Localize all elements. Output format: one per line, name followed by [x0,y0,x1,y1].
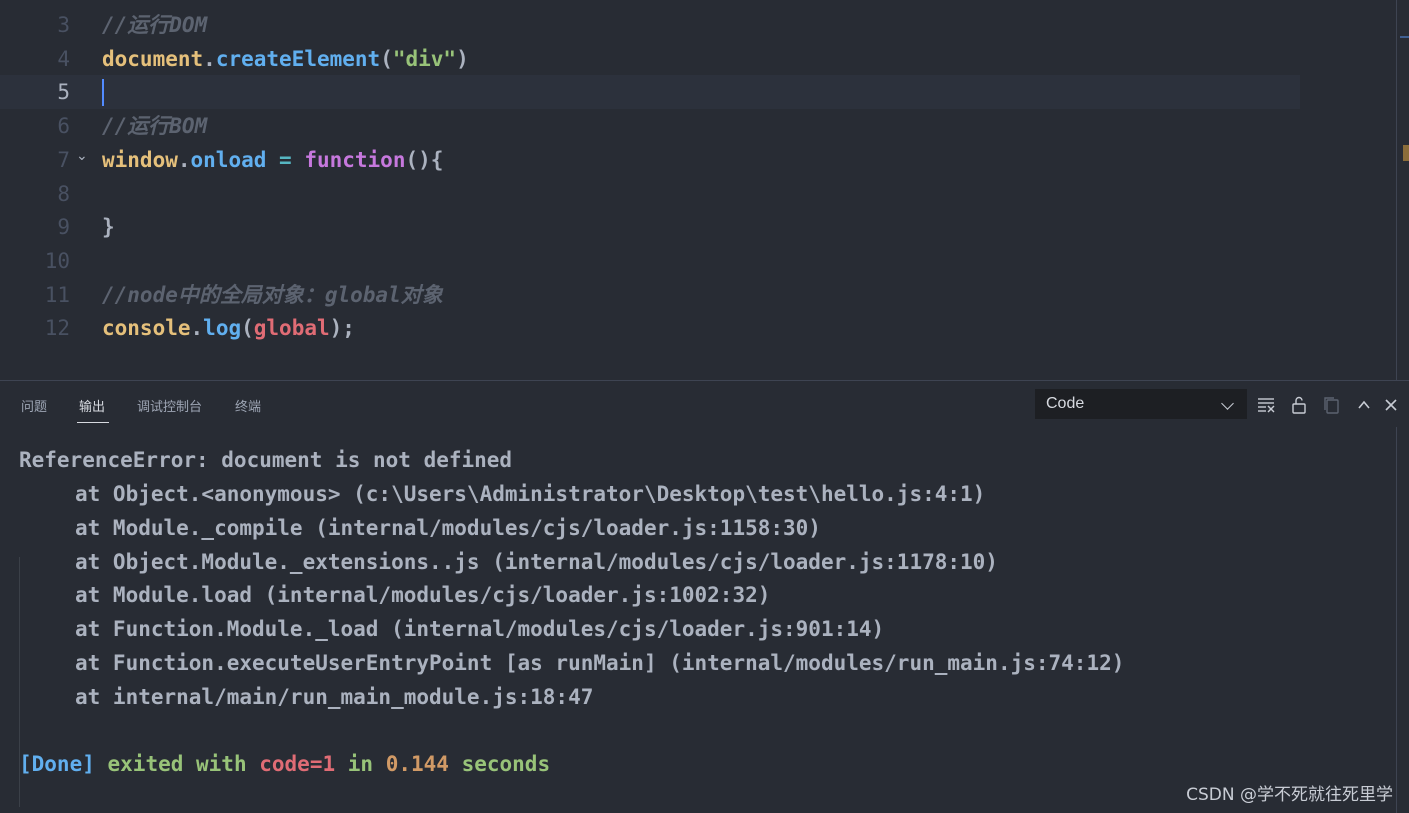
close-panel-icon[interactable] [1381,395,1401,415]
code-token: . [203,46,216,71]
code-token: console [102,316,191,341]
code-token: //运行DOM [102,13,208,37]
watermark: CSDN @学不死就往死里学 [1186,785,1393,805]
code-line[interactable]: 6 //运行BOM [0,109,1300,143]
line-number: 5 [57,80,70,105]
output-channel-value: Code [1046,395,1085,412]
code-line[interactable]: 4 document.createElement("div") [0,42,1300,76]
code-line[interactable]: 8 [0,177,1300,211]
code-line[interactable]: 10 [0,244,1300,278]
code-token: ( [241,316,254,341]
line-number: 9 [57,215,70,240]
code-line[interactable]: 12 console.log(global); [0,311,1300,345]
tab-output[interactable]: 输出 [79,396,105,415]
tab-terminal[interactable]: 终端 [235,396,261,415]
code-token: ); [329,316,355,341]
code-token: window [102,147,178,172]
code-token: ( [380,46,393,71]
code-token: log [203,316,242,341]
elapsed-seconds: 0.144 [385,752,449,776]
error-message: ReferenceError: document is not defined [19,448,513,472]
code-token: "div" [392,46,457,71]
code-line[interactable]: 5 [0,75,1300,110]
code-line[interactable]: 3 //运行DOM [0,8,1300,42]
code-token: = [266,147,305,172]
done-tag: [Done] [19,752,95,776]
line-number: 11 [44,282,70,307]
code-text: //运行DOM [102,8,207,42]
done-text-exited: exited with [107,752,247,776]
code-text: //node中的全局对象：global对象 [102,278,443,312]
clear-output-icon[interactable] [1256,395,1276,415]
code-line[interactable]: 7 ⌄ window.onload = function(){ [0,143,1300,177]
text-cursor [102,79,104,107]
done-line: [Done] exited with code=1 in 0.144 secon… [19,747,550,781]
lock-scroll-icon[interactable] [1289,395,1309,415]
active-tab-indicator [77,422,109,423]
stack-frame: at Object.<anonymous> (c:\Users\Administ… [75,482,986,506]
output-channel-select[interactable]: Code [1035,389,1247,419]
stack-frame: at internal/main/run_main_module.js:18:4… [75,684,594,709]
output-scrollbar[interactable] [1396,427,1397,813]
tab-problems[interactable]: 问题 [21,396,47,415]
line-number: 8 [57,181,70,206]
exit-code: code=1 [259,752,336,776]
code-text: document.createElement("div") [102,42,469,76]
code-text: //运行BOM [102,109,207,143]
code-token: global [253,316,330,341]
line-number: 10 [44,248,70,273]
code-token: . [190,316,204,341]
code-token: onload [190,147,267,172]
code-token: createElement [215,46,381,71]
overview-ruler-cursor-mark [1400,36,1409,38]
editor-scrollbar[interactable] [1396,0,1397,380]
code-token: ) [456,46,469,71]
bottom-panel: 问题 输出 调试控制台 终端 Code ReferenceError: docu… [0,380,1409,813]
tab-debug-console[interactable]: 调试控制台 [137,396,202,415]
line-number: 4 [57,46,70,71]
stack-frame: at Function.executeUserEntryPoint [as ru… [75,651,1125,675]
done-text-in: in [347,752,374,776]
maximize-panel-icon[interactable] [1354,395,1374,415]
code-token: (){ [405,147,444,172]
overview-ruler-change-mark [1403,145,1409,161]
line-number: 3 [57,13,70,37]
code-token: //运行BOM [102,114,208,139]
code-text: console.log(global); [102,311,355,345]
line-number: 12 [44,316,70,341]
code-line[interactable]: 11 //node中的全局对象：global对象 [0,278,1300,312]
code-token: . [177,147,191,172]
code-text: window.onload = function(){ [102,143,443,177]
line-number: 7 [57,147,70,172]
code-token: //node中的全局对象：global对象 [102,282,443,307]
done-text-seconds: seconds [461,752,551,776]
code-token: } [102,215,115,240]
copy-icon[interactable] [1322,395,1342,415]
code-token: function [304,147,406,172]
stack-frame: at Function.Module._load (internal/modul… [75,617,885,642]
code-line[interactable]: 9} [0,210,1300,244]
code-editor[interactable]: 3//运行DOM 4 document.createElement("div") 5 6… [0,0,1409,380]
code-token: document [102,46,204,71]
chevron-down-icon [1221,397,1234,410]
line-number: 6 [57,114,70,139]
stack-frame: at Module.load (internal/modules/cjs/loa… [75,583,771,608]
fold-chevron-icon[interactable]: ⌄ [76,139,88,173]
code-text: } [102,210,115,244]
stack-frame: at Module._compile (internal/modules/cjs… [75,515,821,540]
stack-frame: at Object.Module._extensions..js (intern… [75,549,998,574]
panel-tab-bar: 问题 输出 调试控制台 终端 Code [0,381,1409,427]
